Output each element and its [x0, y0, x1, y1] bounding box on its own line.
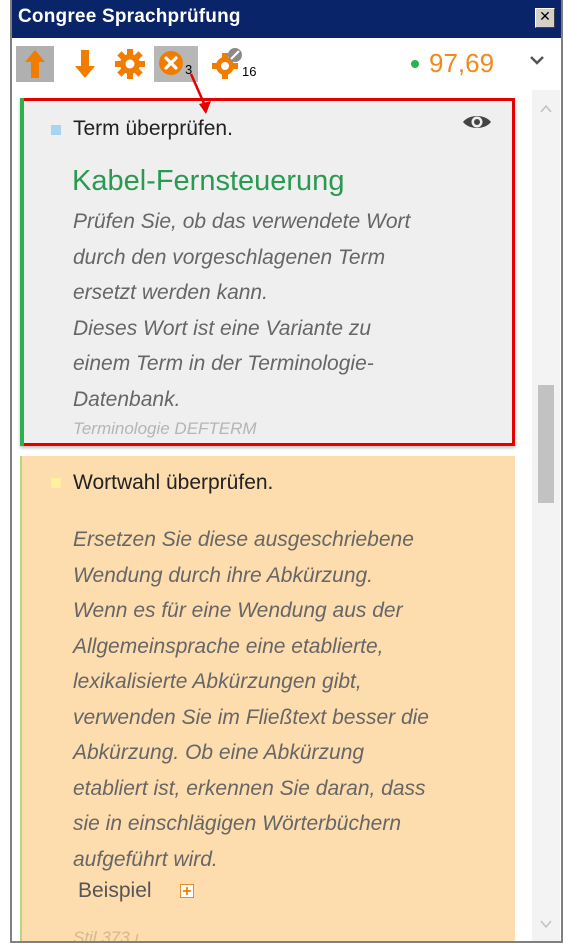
example-toggle[interactable]: Beispiel	[78, 879, 152, 903]
gear-disabled-icon	[212, 48, 242, 79]
rules-count: 16	[242, 64, 257, 79]
scrollbar-thumb[interactable]	[538, 385, 554, 503]
description-line: verwenden Sie im Fließtext besser die	[73, 705, 429, 729]
description-line: einem Term in der Terminologie-	[73, 352, 374, 375]
issue-source: Stil 373 ı	[73, 928, 140, 943]
suggested-term-link[interactable]: Kabel-Fernsteuerung	[72, 165, 344, 198]
vertical-scrollbar[interactable]	[532, 90, 560, 941]
issue-heading: Term überprüfen.	[73, 117, 233, 140]
errors-filter-button[interactable]: 3	[154, 46, 198, 82]
toolbar: 3 16 97,69	[12, 40, 561, 90]
arrow-up-icon	[25, 50, 45, 78]
description-line: Ersetzen Sie diese ausgeschriebene	[73, 528, 414, 551]
description-line: etabliert ist, erkennen Sie daran, dass	[73, 776, 426, 800]
close-button[interactable]: ✕	[535, 8, 555, 28]
issue-description: Ersetzen Sie diese ausgeschriebene Wendu…	[73, 522, 429, 877]
description-line: durch den vorgeschlagenen Term	[73, 245, 386, 269]
description-line: Wendung durch ihre Abkürzung.	[73, 563, 374, 587]
window-title: Congree Sprachprüfung	[18, 6, 241, 27]
title-bar: Congree Sprachprüfung ✕	[12, 0, 561, 38]
previous-issue-button[interactable]	[16, 46, 54, 82]
description-line: Allgemeinsprache eine etablierte,	[73, 634, 384, 658]
issue-description: Prüfen Sie, ob das verwendete Wort durch…	[73, 204, 410, 417]
errors-count: 3	[185, 62, 193, 77]
quality-score[interactable]: 97,69	[411, 48, 531, 80]
issue-source: Terminologie DEFTERM	[73, 419, 257, 438]
scroll-down-icon[interactable]	[540, 919, 552, 929]
description-line: Prüfen Sie, ob das verwendete Wort	[73, 210, 411, 233]
score-value: 97,69	[429, 48, 495, 78]
issue-card-term[interactable]: Term überprüfen. Kabel-Fernsteuerung Prü…	[20, 98, 515, 446]
plus-icon[interactable]	[180, 884, 194, 898]
scroll-up-icon[interactable]	[540, 104, 552, 114]
settings-button[interactable]	[112, 46, 148, 82]
description-line: ersetzt werden kann.	[73, 281, 268, 304]
spellcheck-panel: Congree Sprachprüfung ✕ 3 16 97,69 Term …	[10, 0, 563, 943]
description-line: lexikalisierte Abkürzungen gibt,	[73, 670, 362, 693]
next-issue-button[interactable]	[68, 46, 102, 82]
description-line: sie in einschlägigen Wörterbüchern	[73, 812, 402, 835]
rules-filter-button[interactable]: 16	[210, 46, 270, 82]
issue-heading: Wortwahl überprüfen.	[73, 471, 274, 494]
error-circle-icon	[159, 51, 183, 75]
description-line: Abkürzung. Ob eine Abkürzung	[73, 741, 365, 764]
chevron-down-icon[interactable]	[529, 54, 545, 66]
issues-list: Term überprüfen. Kabel-Fernsteuerung Prü…	[12, 90, 561, 943]
issue-card-wordchoice[interactable]: Wortwahl überprüfen. Ersetzen Sie diese …	[20, 456, 515, 943]
issue-bullet	[51, 478, 61, 488]
arrow-down-icon	[75, 50, 95, 78]
score-status-dot	[411, 60, 419, 68]
eye-icon[interactable]	[462, 113, 492, 131]
description-line: Dieses Wort ist eine Variante zu	[73, 316, 372, 340]
issue-bullet	[51, 125, 61, 135]
gear-icon	[115, 49, 145, 79]
description-line: Wenn es für eine Wendung aus der	[73, 599, 403, 622]
description-line: Datenbank.	[73, 387, 181, 411]
description-line: aufgeführt wird.	[73, 847, 218, 871]
